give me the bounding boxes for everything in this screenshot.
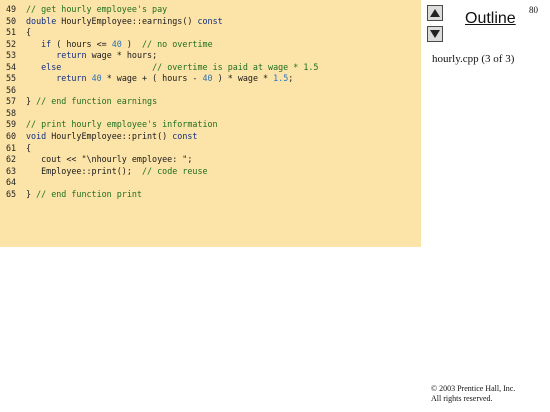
code-line: 53 return wage * hours; (0, 50, 421, 62)
code-text: Employee::print(); // code reuse (26, 165, 208, 176)
code-text: void HourlyEmployee::print() const (26, 131, 198, 142)
line-number: 62 (6, 154, 17, 165)
code-text: } // end function print (26, 188, 142, 199)
next-slide-button[interactable] (427, 26, 443, 42)
code-line: 58 (0, 108, 421, 120)
line-number: 60 (6, 131, 17, 142)
code-text: return 40 * wage + ( hours - 40 ) * wage… (56, 73, 294, 84)
line-number: 61 (6, 142, 17, 153)
code-line: 54 else // overtime is paid at wage * 1.… (0, 62, 421, 74)
line-number: 54 (6, 61, 17, 72)
code-line: 61 { (0, 143, 421, 155)
line-number: 63 (6, 165, 17, 176)
file-caption: hourly.cpp (3 of 3) (432, 53, 515, 65)
code-line: 63 Employee::print(); // code reuse (0, 166, 421, 178)
code-line: 56 (0, 85, 421, 97)
copyright-line: © 2003 Prentice Hall, Inc. (431, 384, 516, 393)
code-line: 57 } // end function earnings (0, 96, 421, 108)
code-text: else // overtime is paid at wage * 1.5 (41, 61, 319, 72)
line-number: 52 (6, 38, 17, 49)
code-line: 55 return 40 * wage + ( hours - 40 ) * w… (0, 73, 421, 85)
line-number: 65 (6, 188, 17, 199)
outline-link[interactable]: Outline (465, 10, 516, 28)
line-number: 53 (6, 50, 17, 61)
code-line: 51 { (0, 27, 421, 39)
code-line: 59 // print hourly employee's information (0, 119, 421, 131)
code-text: { (26, 142, 32, 153)
code-line: 65 } // end function print (0, 189, 421, 201)
line-number: 57 (6, 96, 17, 107)
triangle-down-icon (430, 30, 440, 38)
code-text: cout << "\nhourly employee: "; (26, 154, 193, 165)
code-text: double HourlyEmployee::earnings() const (26, 15, 223, 26)
code-line: 60 void HourlyEmployee::print() const (0, 131, 421, 143)
code-text: if ( hours <= 40 ) // no overtime (41, 38, 213, 49)
code-line: 52 if ( hours <= 40 ) // no overtime (0, 39, 421, 51)
code-panel: 49 // get hourly employee's pay 50 double H… (0, 0, 421, 247)
code-text: { (26, 27, 32, 38)
code-line: 64 (0, 177, 421, 189)
line-number: 49 (6, 4, 17, 14)
copyright-notice: © 2003 Prentice Hall, Inc. All rights re… (431, 384, 515, 404)
code-line: 62 cout << "\nhourly employee: "; (0, 154, 421, 166)
code-text: // get hourly employee's pay (26, 4, 168, 14)
previous-slide-button[interactable] (427, 5, 443, 21)
triangle-up-icon (430, 9, 440, 17)
code-text: } // end function earnings (26, 96, 158, 107)
code-listing: 49 // get hourly employee's pay 50 double H… (0, 4, 421, 200)
code-line: 50 double HourlyEmployee::earnings() cons… (0, 16, 421, 28)
code-text: // print hourly employee's information (26, 119, 218, 130)
line-number: 58 (6, 107, 17, 118)
page-number: 80 (529, 5, 538, 15)
line-number: 50 (6, 15, 17, 26)
line-number: 55 (6, 73, 17, 84)
line-number: 59 (6, 119, 17, 130)
rights-line: All rights reserved. (431, 394, 493, 403)
line-number: 64 (6, 177, 17, 188)
code-text: return wage * hours; (56, 50, 158, 61)
line-number: 51 (6, 27, 17, 38)
code-line: 49 // get hourly employee's pay (0, 4, 421, 16)
line-number: 56 (6, 84, 17, 95)
